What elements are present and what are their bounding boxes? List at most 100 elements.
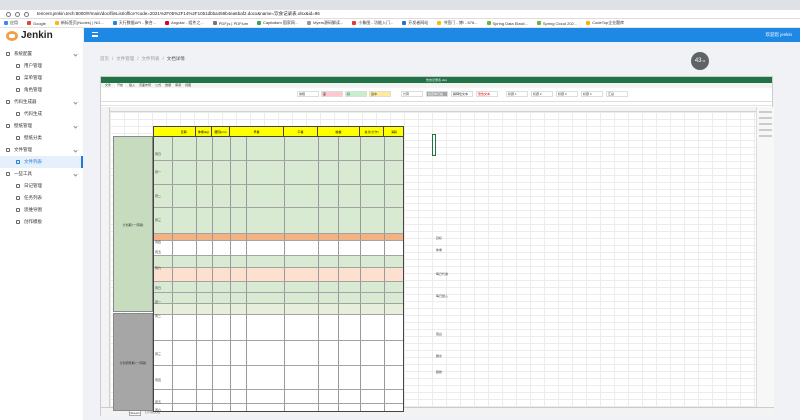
bookmark[interactable]: 新标签页(Nodes) | NG... [54, 20, 104, 26]
bookmark[interactable]: Google [27, 21, 46, 26]
weekday-label: 周二 [155, 194, 162, 198]
style-warn[interactable]: 警告文本 [476, 91, 498, 97]
bookmark[interactable]: Myers源码解读... [307, 20, 343, 26]
header-breakfast: 早餐 [230, 127, 284, 137]
summary-label: 目标 [436, 236, 443, 240]
header-lunch: 午餐 [284, 127, 318, 137]
breadcrumb-item[interactable]: 文件列表 [142, 56, 160, 62]
header-burn: 消耗 [384, 127, 403, 137]
menu-group-wallpaper[interactable]: 壁纸管理 [0, 120, 83, 132]
gear-icon [6, 52, 10, 56]
menu-item-diary[interactable]: 日记管理 [0, 180, 83, 192]
summary-label: 碳水 [436, 354, 443, 358]
forward-icon[interactable] [15, 11, 20, 17]
summary-label: 每日摄入 [436, 294, 449, 298]
task-icon [16, 196, 20, 200]
menu-item-codegen[interactable]: 代码生成 [0, 108, 83, 120]
side-panel [756, 107, 774, 407]
menu-group-system[interactable]: 系统配置 [0, 48, 83, 60]
welcome-user[interactable]: 欢迎您 jenkin [765, 32, 792, 38]
style-good[interactable]: 好 [345, 91, 367, 97]
image-icon [16, 136, 20, 140]
menu-group-files[interactable]: 文件管理 [0, 144, 83, 156]
breadcrumb-item[interactable]: 首页 [100, 56, 109, 62]
ribbon: 常规 差 好 适中 计算 检查单元格 解释性文本 警告文本 标题 1 标题 2 … [101, 88, 772, 102]
weekday-label: 周五 [155, 250, 162, 254]
role-icon [16, 88, 20, 92]
summary-label: 脂肪 [436, 370, 443, 374]
bookmark[interactable]: 书签门 - 博! - 876... [437, 20, 478, 26]
style-check[interactable]: 检查单元格 [426, 91, 448, 97]
logo-text: Jenkin [21, 30, 53, 41]
weekday-label: 周六 [155, 266, 162, 270]
style-heading3[interactable]: 标题 3 [556, 91, 578, 97]
menu-item-file-list[interactable]: 文件列表 [0, 156, 83, 168]
period-group-b: 计划调整期 (一周期) [113, 313, 153, 411]
header-weight: 体重(kg) [196, 127, 212, 137]
reload-icon[interactable] [24, 11, 29, 17]
header-waist: 腰围(cm) [212, 127, 230, 137]
style-normal[interactable]: 常规 [297, 91, 319, 97]
bookmark[interactable]: CodeTop企业题库 [586, 20, 624, 26]
band-white [154, 241, 403, 255]
breadcrumb-current: 文档详情 [166, 56, 185, 61]
header-dinner: 晚餐 [318, 127, 360, 137]
style-heading2[interactable]: 标题 2 [531, 91, 553, 97]
tool-icon [6, 172, 10, 176]
bookmark[interactable]: Angular - 组件之... [165, 20, 204, 26]
style-total[interactable]: 汇总 [606, 91, 628, 97]
formula-bar[interactable] [101, 102, 772, 106]
weekday-label: 周二 [155, 314, 162, 318]
style-heading1[interactable]: 标题 1 [506, 91, 528, 97]
bookmark[interactable]: 小象图 - 功能入门... [352, 20, 393, 26]
selected-cell[interactable] [432, 134, 436, 156]
menu-group-tools[interactable]: 一些工具 [0, 168, 83, 180]
chevron-icon [73, 51, 78, 57]
summary-cells: 目标 体重 每日代谢 每日摄入 蛋白 碳水 脂肪 [436, 236, 496, 411]
bookmark[interactable]: 开发者网站 [402, 20, 428, 26]
style-neutral[interactable]: 适中 [369, 91, 391, 97]
bookmark[interactable]: PDF.js | PDFium [212, 21, 248, 26]
summary-label: 体重 [436, 248, 443, 252]
weekday-label: 周一 [155, 170, 162, 174]
diet-table: 日期 体重(kg) 腰围(cm) 早餐 午餐 晚餐 总计(大卡) 消耗 [153, 126, 404, 412]
menu-item-mindmap[interactable]: 思维导图 [0, 204, 83, 216]
header-date: 日期 [172, 127, 196, 137]
breadcrumb-item[interactable]: 文件管理 [116, 56, 134, 62]
user-icon [16, 64, 20, 68]
back-icon[interactable] [6, 11, 11, 17]
zoom-indicator: 43% [691, 52, 709, 70]
menu-item-wallpaper-category[interactable]: 壁纸分类 [0, 132, 83, 144]
address-bar[interactable]: tencent.jenkin.tech:8000/#/main/doc/file… [0, 10, 800, 19]
menu-item-menus[interactable]: 菜单管理 [0, 72, 83, 84]
weekday-label: 周日 [155, 286, 162, 290]
style-explain[interactable]: 解释性文本 [451, 91, 473, 97]
code-icon [6, 100, 10, 104]
browser-tab-strip [0, 0, 800, 10]
style-calc[interactable]: 计算 [401, 91, 423, 97]
hamburger-icon[interactable] [92, 32, 98, 37]
weekday-label: 周五 [155, 400, 162, 404]
bookmark[interactable]: 天行数据API - 聚合... [112, 20, 156, 26]
mindmap-icon [16, 208, 20, 212]
breadcrumb: 首页 / 文件管理 / 文件列表 / 文档详情 [100, 56, 185, 62]
menu-item-roles[interactable]: 角色管理 [0, 84, 83, 96]
band-white-lower [154, 314, 403, 411]
weekday-label: 周三 [155, 218, 162, 222]
weekday-label: 周三 [155, 352, 162, 356]
bookmark[interactable]: Spring Cloud 202... [536, 21, 577, 26]
menu-item-tasks[interactable]: 任务列表 [0, 192, 83, 204]
panda-logo-icon [6, 30, 18, 41]
chevron-icon [73, 99, 78, 105]
menu-item-users[interactable]: 用户管理 [0, 60, 83, 72]
bookmark[interactable]: Spring Data Elasti... [486, 21, 528, 26]
menu-item-templates[interactable]: 创作模板 [0, 216, 83, 228]
sidebar: Jenkin 系统配置 用户管理 菜单管理 角色管理 代码生成器 代码生成 壁纸… [0, 28, 84, 420]
bookmark[interactable]: 应用 [4, 20, 18, 26]
bookmark[interactable]: Capitalism 国家网... [257, 20, 298, 26]
weekday-label: 周六 [155, 408, 162, 412]
url-text[interactable]: tencent.jenkin.tech:8000/#/main/doc/file… [37, 11, 320, 17]
style-heading4[interactable]: 标题 4 [581, 91, 603, 97]
menu-group-codegen[interactable]: 代码生成器 [0, 96, 83, 108]
style-bad[interactable]: 差 [321, 91, 343, 97]
